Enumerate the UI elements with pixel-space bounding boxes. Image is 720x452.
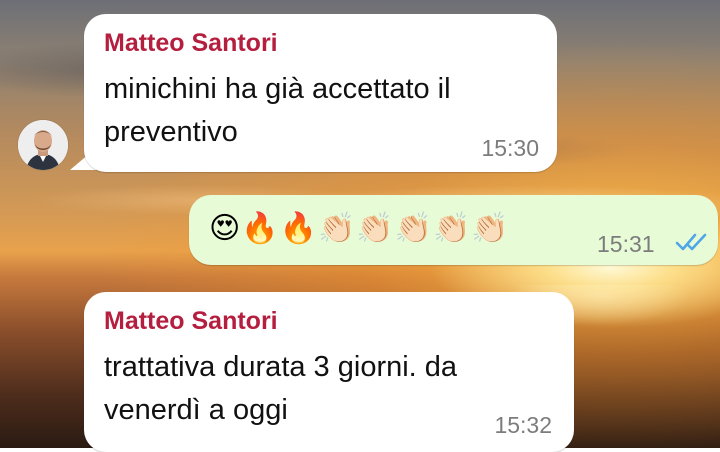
message-text-line: venerdì a oggi xyxy=(104,394,288,426)
double-check-icon xyxy=(675,233,707,251)
emoji-reactions: 😍🔥🔥👏🏻👏🏻👏🏻👏🏻👏🏻 xyxy=(209,211,510,246)
incoming-message-bubble[interactable]: Matteo Santori trattativa durata 3 giorn… xyxy=(84,292,574,452)
outgoing-message-bubble[interactable]: 😍🔥🔥👏🏻👏🏻👏🏻👏🏻👏🏻 15:31 xyxy=(189,195,718,265)
message-text-line: preventivo xyxy=(104,116,238,148)
sender-name[interactable]: Matteo Santori xyxy=(104,307,278,336)
avatar-icon xyxy=(18,120,68,170)
message-timestamp: 15:30 xyxy=(481,135,539,161)
contact-avatar[interactable] xyxy=(18,120,68,170)
message-text-line: minichini ha già accettato il xyxy=(104,73,451,105)
incoming-message-bubble[interactable]: Matteo Santori minichini ha già accettat… xyxy=(84,14,557,172)
sender-name[interactable]: Matteo Santori xyxy=(104,29,278,58)
message-timestamp: 15:32 xyxy=(494,412,552,438)
message-timestamp: 15:31 xyxy=(597,231,655,257)
message-text-line: trattativa durata 3 giorni. da xyxy=(104,351,458,383)
